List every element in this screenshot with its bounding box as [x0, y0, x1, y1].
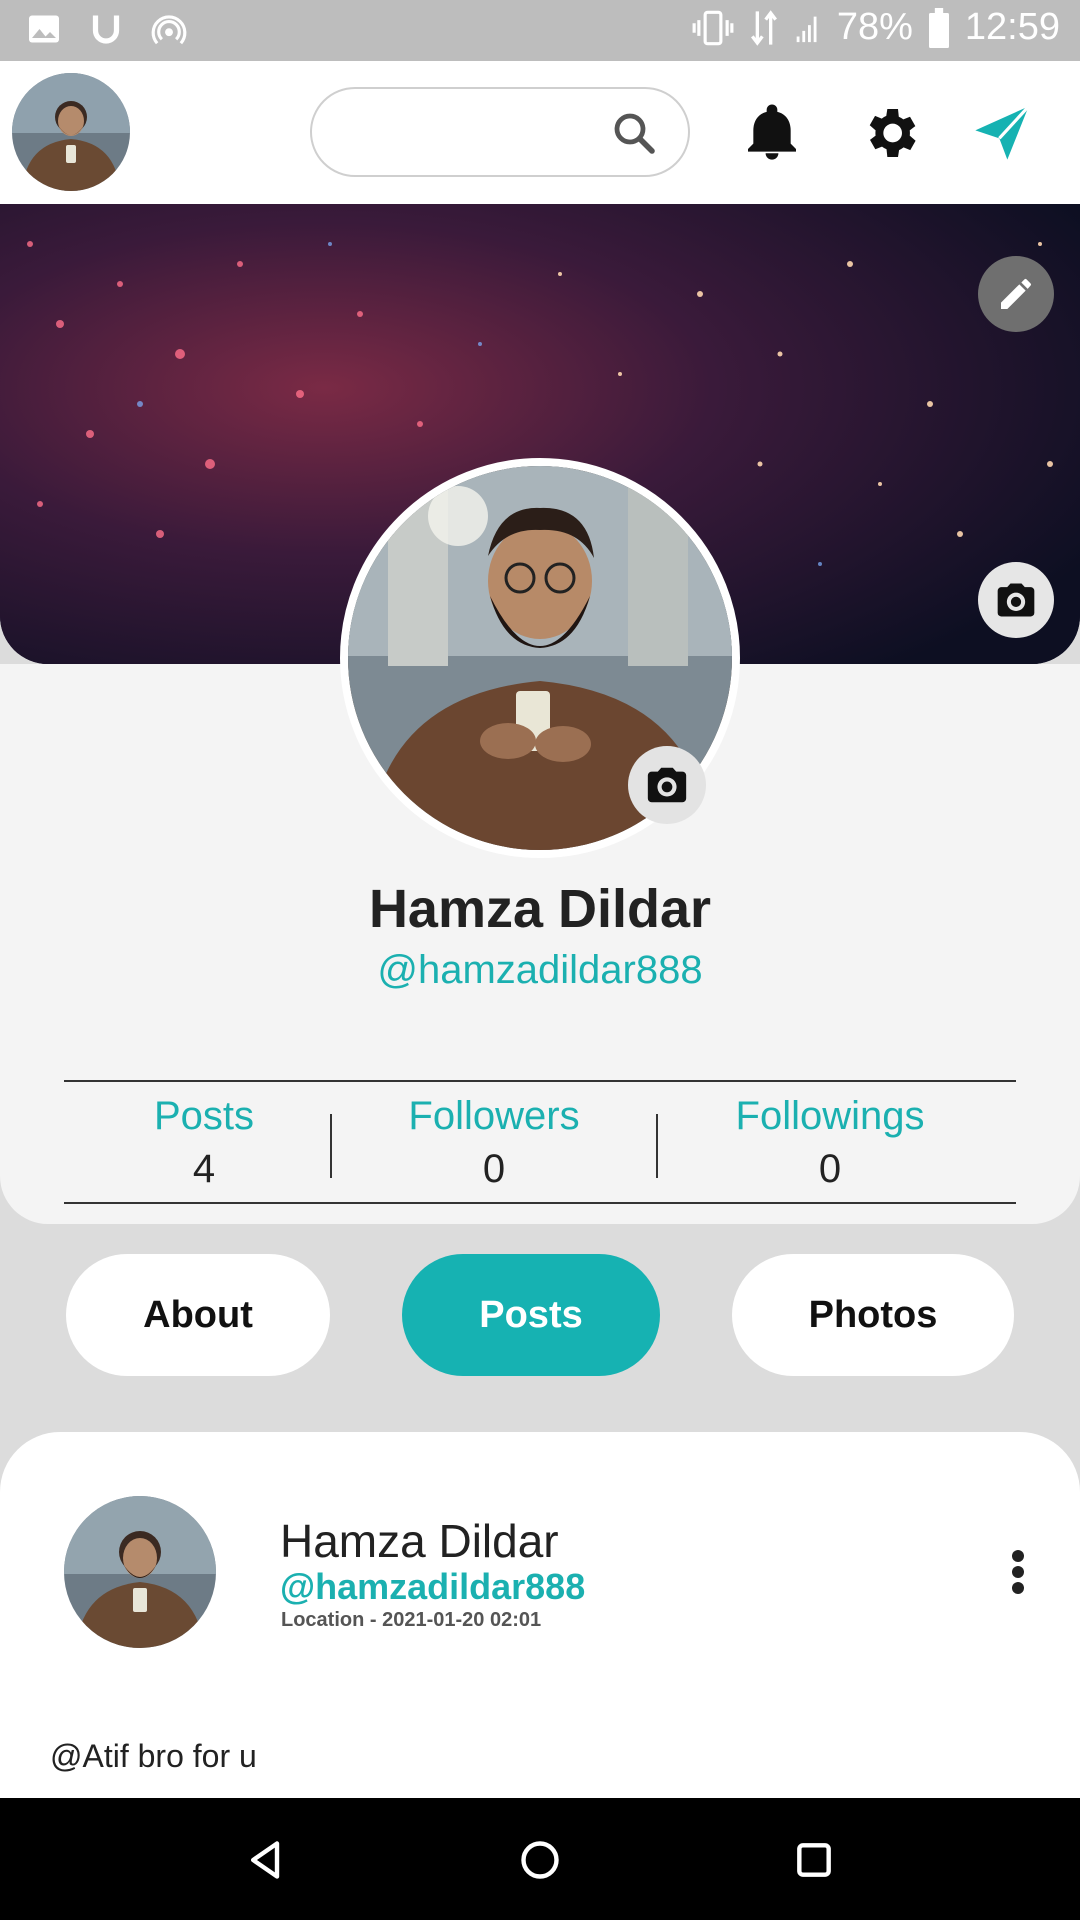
- bell-icon[interactable]: [740, 101, 804, 165]
- edit-cover-button[interactable]: [978, 256, 1054, 332]
- search-input[interactable]: [336, 109, 600, 157]
- system-nav-bar: [0, 1798, 1080, 1920]
- more-options-icon[interactable]: [1006, 1548, 1030, 1596]
- search-icon[interactable]: [610, 109, 658, 157]
- back-icon[interactable]: [244, 1838, 288, 1882]
- stats-top-divider: [64, 1080, 1016, 1082]
- camera-icon: [647, 767, 687, 803]
- stat-followings[interactable]: Followings 0: [680, 1094, 980, 1192]
- pencil-icon: [1001, 279, 1031, 309]
- recents-icon[interactable]: [792, 1838, 836, 1882]
- tab-photos[interactable]: Photos: [732, 1254, 1014, 1376]
- profile-name: Hamza Dildar: [368, 879, 712, 939]
- profile-handle: @hamzadildar888: [377, 948, 703, 992]
- gear-icon[interactable]: [858, 101, 922, 165]
- battery-percent: 78%: [836, 6, 913, 48]
- stat-followers-value: 0: [482, 1147, 506, 1191]
- stats-bottom-divider: [64, 1202, 1016, 1204]
- post-meta: Location - 2021-01-20 02:01: [281, 1609, 542, 1631]
- home-icon[interactable]: [518, 1838, 562, 1882]
- stat-divider: [330, 1114, 332, 1178]
- u-app-icon: [92, 15, 120, 44]
- status-bar: 78% 12:59: [0, 0, 1080, 61]
- battery-icon: [928, 7, 949, 48]
- post-text: @Atif bro for u: [50, 1738, 257, 1774]
- post-author-handle[interactable]: @hamzadildar888: [280, 1566, 585, 1608]
- stat-followings-value: 0: [818, 1147, 842, 1191]
- stat-followings-label: Followings: [735, 1094, 925, 1138]
- search-bar[interactable]: [310, 87, 690, 177]
- tab-posts[interactable]: Posts: [402, 1254, 660, 1376]
- signal-icon: [796, 16, 817, 42]
- camera-icon: [997, 583, 1035, 617]
- clock: 12:59: [964, 6, 1060, 48]
- vibrate-icon: [692, 10, 734, 45]
- image-icon: [29, 15, 59, 43]
- hotspot-icon: [151, 15, 187, 45]
- post-author-name[interactable]: Hamza Dildar: [280, 1514, 559, 1568]
- send-icon[interactable]: [970, 101, 1034, 165]
- tab-about[interactable]: About: [66, 1254, 330, 1376]
- stat-divider: [656, 1114, 658, 1178]
- top-app-bar: [0, 61, 1080, 204]
- stat-posts-value: 4: [192, 1147, 216, 1191]
- user-avatar[interactable]: [12, 73, 130, 191]
- stat-posts[interactable]: Posts 4: [54, 1094, 354, 1192]
- stat-posts-label: Posts: [153, 1094, 255, 1138]
- change-cover-button[interactable]: [978, 562, 1054, 638]
- stat-followers-label: Followers: [408, 1094, 580, 1138]
- stat-followers[interactable]: Followers 0: [344, 1094, 644, 1192]
- data-arrows-icon: [750, 9, 777, 46]
- post-author-avatar[interactable]: [64, 1496, 216, 1648]
- change-avatar-button[interactable]: [628, 746, 706, 824]
